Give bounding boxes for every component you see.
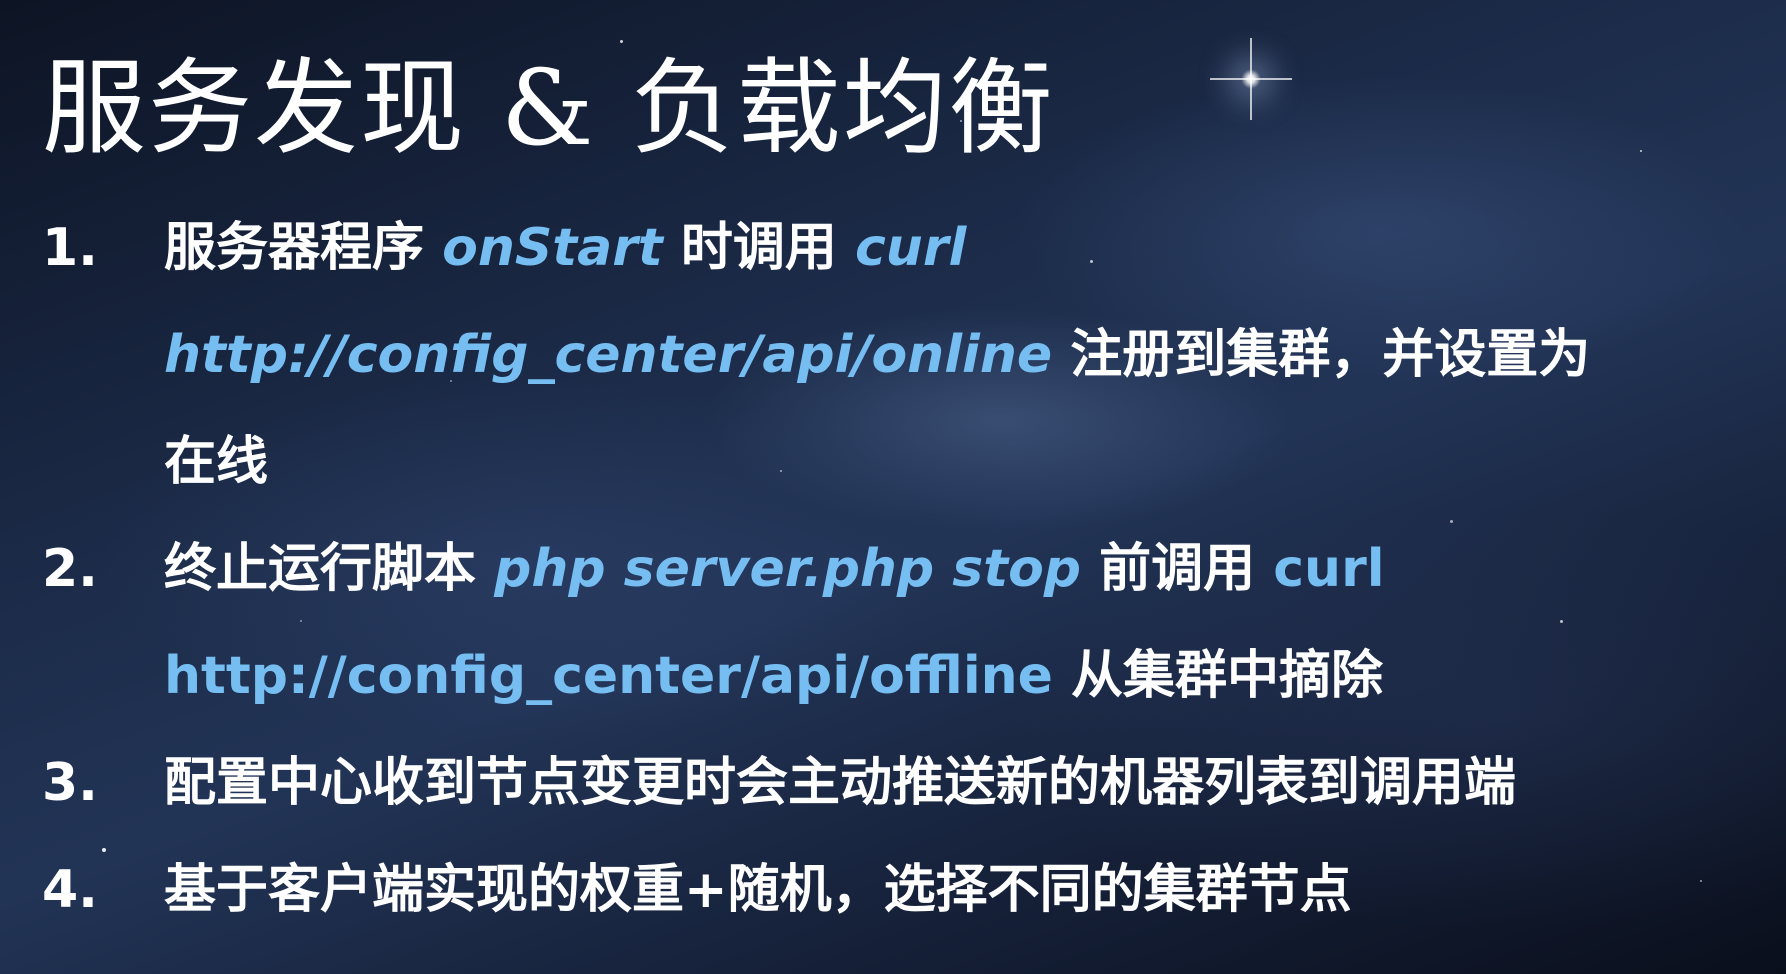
item-text: 注册到集群，并设置为 [1052, 325, 1591, 385]
item-number: 3. [42, 753, 98, 813]
item-text: 从集群中摘除 [1052, 646, 1384, 706]
code-term: curl [854, 218, 967, 278]
item-text: 前调用 [1081, 539, 1274, 599]
list-item: 3. 配置中心收到节点变更时会主动推送新的机器列表到调用端 [42, 730, 1762, 837]
list-item: 2. 终止运行脚本 php server.php stop 前调用 curl h… [42, 516, 1762, 730]
bright-star-icon [1210, 38, 1292, 120]
item-text: 基于客户端实现的权重+随机，选择不同的集群节点 [164, 860, 1352, 920]
code-term: onStart [442, 218, 663, 278]
list-item: 4. 基于客户端实现的权重+随机，选择不同的集群节点 [42, 837, 1762, 944]
item-text: 在线 [164, 432, 269, 492]
item-text: 服务器程序 [164, 218, 443, 278]
item-text: 配置中心收到节点变更时会主动推送新的机器列表到调用端 [164, 753, 1517, 813]
item-line: 在线 [164, 409, 1762, 516]
code-term: curl [1273, 539, 1385, 599]
url-text: http://config_center/api/online [164, 325, 1053, 385]
item-line: 服务器程序 onStart 时调用 curl [164, 195, 1762, 302]
item-line: 终止运行脚本 php server.php stop 前调用 curl [164, 516, 1762, 623]
slide-title: 服务发现 & 负载均衡 [42, 47, 1055, 169]
item-line: http://config_center/api/online 注册到集群，并设… [164, 302, 1762, 409]
code-term: php server.php stop [494, 539, 1082, 599]
item-number: 2. [42, 539, 98, 599]
list-item: 1. 服务器程序 onStart 时调用 curl http://config_… [42, 195, 1762, 516]
slide: 服务发现 & 负载均衡 1. 服务器程序 onStart 时调用 curl ht… [0, 0, 1786, 974]
item-text: 终止运行脚本 [164, 539, 495, 599]
url-text: http://config_center/api/offline [164, 646, 1053, 706]
item-line: 配置中心收到节点变更时会主动推送新的机器列表到调用端 [164, 730, 1762, 837]
item-line: http://config_center/api/offline 从集群中摘除 [164, 623, 1762, 730]
bullet-list: 1. 服务器程序 onStart 时调用 curl http://config_… [42, 195, 1762, 944]
item-line: 基于客户端实现的权重+随机，选择不同的集群节点 [164, 837, 1762, 944]
item-number: 1. [42, 218, 98, 278]
item-number: 4. [42, 860, 98, 920]
item-text: 时调用 [662, 218, 855, 278]
